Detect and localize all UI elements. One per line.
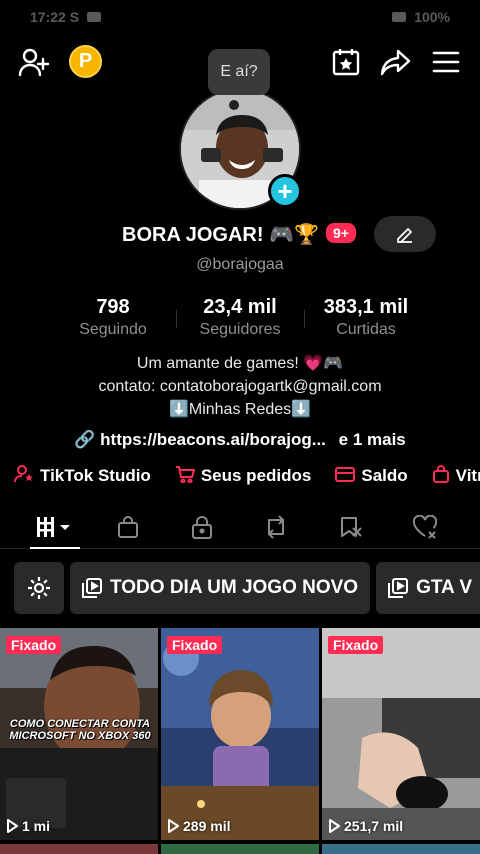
video-tile-partial[interactable] (0, 844, 158, 854)
video-tile[interactable]: Fixado 251,7 mil (322, 628, 480, 840)
bio: Um amante de games! 💗🎮 contato: contatob… (0, 352, 480, 421)
stat-likes[interactable]: 383,1 mil Curtidas (312, 296, 420, 339)
wallet-icon (335, 465, 356, 488)
stat-likes-value: 383,1 mil (323, 296, 409, 318)
stat-followers-label: Seguidores (199, 321, 281, 338)
status-time: 17:22 S (30, 9, 80, 25)
profile-bubble[interactable]: E aí? (208, 49, 270, 95)
heart-hidden-icon (412, 515, 438, 539)
play-icon (329, 819, 340, 833)
pinned-badge: Fixado (6, 636, 62, 654)
repost-icon (268, 515, 284, 539)
shortcuts-row: TikTok Studio Seus pedidos Saldo Vitr (0, 462, 480, 490)
shortcut-label: Vitr (455, 466, 480, 485)
bubble-dot (229, 100, 239, 110)
tab-shop[interactable] (104, 505, 152, 549)
bio-line-1: Um amante de games! 💗🎮 (136, 355, 344, 372)
coin-label: P (78, 50, 93, 72)
stat-followers-value: 23,4 mil (203, 296, 277, 318)
bio-link[interactable]: 🔗 https://beacons.ai/borajog... e 1 mais (0, 430, 480, 450)
stat-divider (304, 310, 305, 328)
name-row: BORA JOGAR! 🎮🏆 9+ (0, 216, 480, 252)
link-icon: 🔗 (74, 430, 96, 449)
signal-icon (392, 12, 407, 22)
video-grid: Fixado COMO CONECTAR CONTA MICROSOFT NO … (0, 628, 480, 854)
shortcut-label: TikTok Studio (40, 466, 151, 485)
stat-followers[interactable]: 23,4 mil Seguidores (186, 296, 294, 339)
shortcut-label: Saldo (361, 466, 408, 485)
tab-favorites[interactable] (328, 505, 376, 549)
video-tile-partial[interactable] (161, 844, 319, 854)
view-count-value: 1 mi (22, 818, 51, 834)
bag-icon (118, 516, 138, 538)
view-count: 251,7 mil (328, 818, 403, 834)
video-thumbnail (161, 628, 319, 840)
link-url: https://beacons.ai/borajog... (100, 430, 326, 449)
person-star-icon (14, 464, 34, 488)
coin-button[interactable]: P (69, 45, 102, 78)
pencil-icon (397, 228, 412, 243)
content-tabs (0, 505, 480, 549)
video-thumbnail (322, 628, 480, 840)
display-name: BORA JOGAR! 🎮🏆 (122, 224, 319, 246)
tab-active-indicator (30, 547, 80, 549)
bag-icon (432, 464, 450, 488)
link-extra: e 1 mais (338, 430, 406, 449)
collection-label: GTA V (416, 577, 473, 598)
edit-profile-button[interactable] (374, 216, 436, 252)
video-tile-partial[interactable] (322, 844, 480, 854)
notification-badge[interactable]: 9+ (326, 223, 356, 243)
shortcut-label: Seus pedidos (200, 466, 312, 485)
video-overlay-text: COMO CONECTAR CONTA MICROSOFT NO XBOX 36… (9, 718, 151, 742)
pinned-badge: Fixado (328, 636, 384, 654)
view-count-value: 289 mil (183, 818, 231, 834)
stat-likes-label: Curtidas (336, 321, 396, 338)
tab-reposts[interactable] (252, 505, 300, 549)
cart-icon (175, 465, 196, 488)
stat-following[interactable]: 798 Seguindo (60, 296, 166, 339)
share-icon[interactable] (376, 42, 416, 82)
collection-label: TODO DIA UM JOGO NOVO (110, 577, 359, 598)
stat-following-value: 798 (96, 296, 130, 318)
shortcut-orders[interactable]: Seus pedidos (175, 465, 312, 488)
tab-private[interactable] (178, 505, 226, 549)
bio-line-3: ⬇️Minhas Redes⬇️ (168, 401, 312, 418)
shortcut-tiktok-studio[interactable]: TikTok Studio (14, 464, 151, 488)
status-bar: 17:22 S 100% (0, 0, 480, 34)
view-count-value: 251,7 mil (344, 818, 404, 834)
add-story-button[interactable]: + (268, 174, 302, 208)
collections-row: TODO DIA UM JOGO NOVO GTA V (14, 562, 480, 614)
bookmark-icon (341, 517, 362, 537)
view-count: 289 mil (167, 818, 230, 834)
collection-chip[interactable]: GTA V (376, 562, 480, 614)
status-battery: 100% (414, 9, 450, 25)
pinned-badge: Fixado (167, 636, 223, 654)
gear-icon (28, 577, 50, 599)
stat-following-label: Seguindo (79, 321, 147, 338)
stat-divider (176, 310, 177, 328)
shortcut-balance[interactable]: Saldo (335, 465, 408, 488)
bio-line-2: contato: contatoborajogartk@gmail.com (98, 378, 382, 395)
lock-icon (192, 516, 212, 539)
playlist-icon (388, 578, 409, 598)
tab-liked[interactable] (402, 505, 450, 549)
play-icon (168, 819, 179, 833)
stats-row: 798 Seguindo 23,4 mil Seguidores 383,1 m… (0, 296, 480, 346)
play-icon (7, 819, 18, 833)
collection-settings-button[interactable] (14, 562, 64, 614)
person-plus-icon[interactable] (14, 42, 54, 82)
video-tile[interactable]: Fixado COMO CONECTAR CONTA MICROSOFT NO … (0, 628, 158, 840)
notification-icon (87, 12, 102, 22)
view-count: 1 mi (6, 818, 50, 834)
shortcut-showcase[interactable]: Vitr (432, 464, 480, 488)
tab-videos-grid[interactable] (30, 505, 80, 549)
collection-chip[interactable]: TODO DIA UM JOGO NOVO (70, 562, 371, 614)
hamburger-icon[interactable] (426, 42, 466, 82)
username: @borajogaa (196, 256, 284, 273)
video-tile[interactable]: Fixado 289 mil (161, 628, 319, 840)
calendar-star-icon[interactable] (326, 42, 366, 82)
playlist-icon (82, 578, 102, 598)
grid-icon (37, 517, 70, 537)
